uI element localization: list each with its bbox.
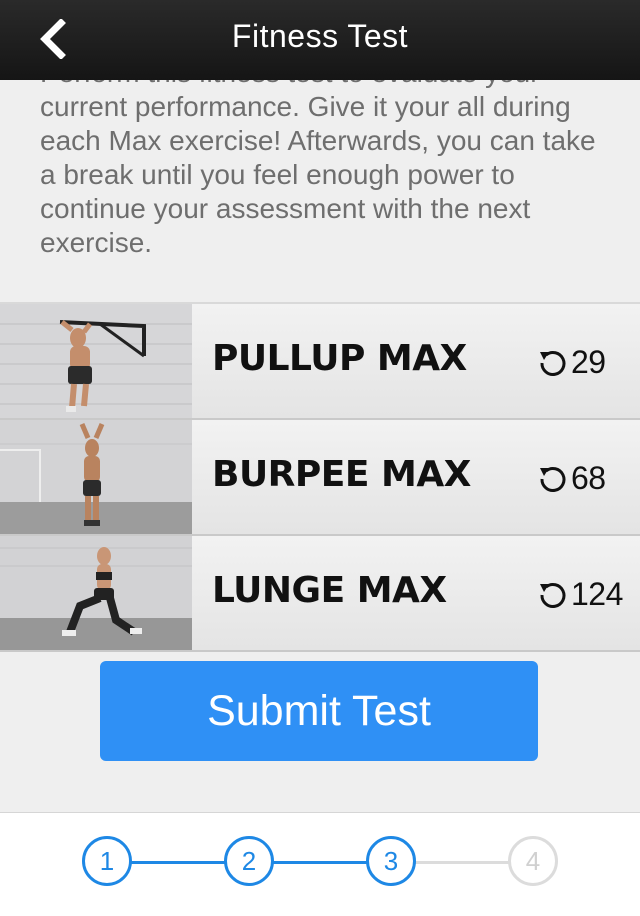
- lunge-image: [0, 536, 192, 650]
- reps-count: 29: [571, 344, 606, 380]
- reps-counter: 68: [537, 460, 606, 497]
- step-2[interactable]: 2: [224, 836, 274, 886]
- step-4[interactable]: 4: [508, 836, 558, 886]
- exercise-name: LUNGE MAX: [212, 570, 447, 611]
- step-3[interactable]: 3: [366, 836, 416, 886]
- reps-counter: 124: [537, 576, 623, 613]
- step-1[interactable]: 1: [82, 836, 132, 886]
- exercise-row-lunge[interactable]: LUNGE MAX 124: [0, 536, 640, 652]
- reps-counter: 29: [537, 344, 606, 381]
- pullup-image: [0, 304, 192, 418]
- progress-stepper: 1 2 3 4: [0, 812, 640, 916]
- burpee-image: [0, 420, 192, 534]
- intro-section: Perform this fitness test to evaluate yo…: [0, 80, 640, 302]
- exercise-name: PULLUP MAX: [212, 338, 467, 379]
- submit-test-button[interactable]: Submit Test: [100, 661, 538, 761]
- exercise-row-burpee[interactable]: BURPEE MAX 68: [0, 420, 640, 536]
- step-connector: [131, 861, 225, 864]
- step-connector: [414, 861, 509, 864]
- reps-count: 124: [571, 576, 623, 612]
- exercise-list: PULLUP MAX 29 BURPEE MAX 68 LUNGE MAX 12…: [0, 302, 640, 652]
- intro-text: Perform this fitness test to evaluate yo…: [40, 80, 596, 258]
- repeat-icon: [540, 350, 566, 376]
- exercise-name: BURPEE MAX: [212, 454, 471, 495]
- app-header: Fitness Test: [0, 0, 640, 80]
- repeat-icon: [540, 466, 566, 492]
- reps-count: 68: [571, 460, 606, 496]
- repeat-icon: [540, 582, 566, 608]
- page-title: Fitness Test: [231, 18, 409, 54]
- exercise-row-pullup[interactable]: PULLUP MAX 29: [0, 304, 640, 420]
- step-connector: [272, 861, 367, 864]
